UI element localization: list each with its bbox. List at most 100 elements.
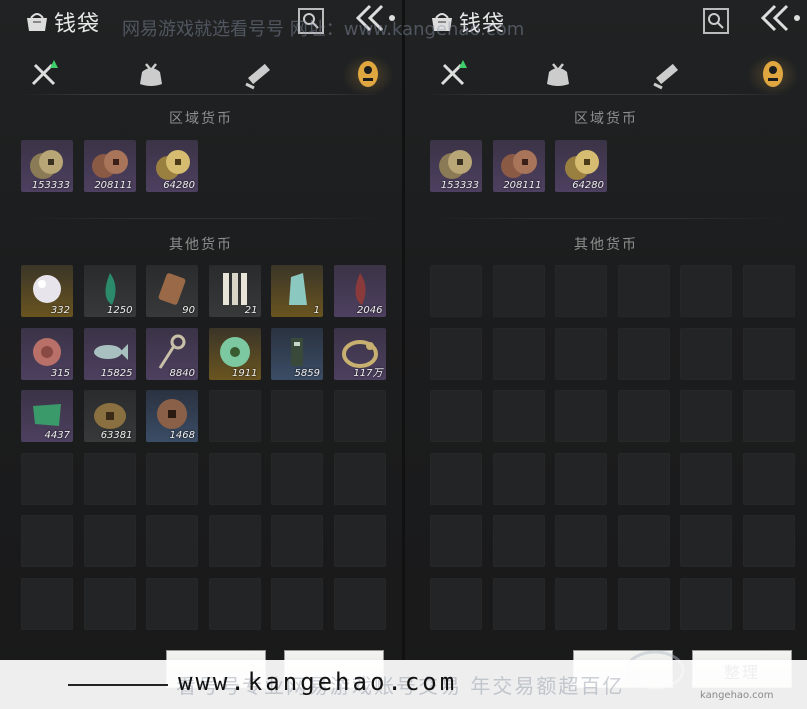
empty-slot xyxy=(555,327,607,380)
currency-slot[interactable]: 64280 xyxy=(555,140,607,192)
currency-quantity: 332 xyxy=(50,305,70,316)
currency-slot[interactable]: 1250 xyxy=(83,265,136,317)
empty-slot xyxy=(83,577,136,630)
currency-slot[interactable]: 332 xyxy=(21,265,73,317)
collapse-chevrons-icon[interactable] xyxy=(757,4,803,34)
empty-slot xyxy=(492,452,545,505)
wallet-bag-icon xyxy=(27,13,47,31)
fish-icon xyxy=(93,343,128,360)
currency-slot[interactable]: 15825 xyxy=(83,327,136,380)
empty-slot xyxy=(680,265,732,317)
gold-coins-icon xyxy=(565,150,599,180)
empty-slot xyxy=(680,515,732,567)
empty-slot xyxy=(492,390,545,442)
currency-slot[interactable]: 21 xyxy=(208,265,261,317)
empty-slot xyxy=(271,577,323,630)
currency-slot[interactable]: 1 xyxy=(271,265,323,317)
currency-quantity: 1468 xyxy=(169,430,195,441)
wallet-panel-right: 钱袋 区域货币 153333 208111 64280 其他货币 xyxy=(405,0,807,709)
category-tabs xyxy=(20,54,394,96)
jade-tablet-icon xyxy=(291,337,303,366)
currency-quantity: 153333 xyxy=(440,180,479,191)
tab-scrolls[interactable] xyxy=(242,58,274,92)
currency-slot[interactable]: 208111 xyxy=(83,140,136,192)
currency-quantity: 208111 xyxy=(503,180,542,191)
empty-slot xyxy=(742,515,795,567)
jade-disc-icon xyxy=(219,336,250,367)
currency-quantity: 64280 xyxy=(163,180,195,191)
empty-slot xyxy=(430,515,482,567)
currency-slot[interactable]: 153333 xyxy=(430,140,482,192)
empty-slot xyxy=(555,577,607,630)
currency-quantity: 64280 xyxy=(572,180,604,191)
bronze-coins-icon xyxy=(439,150,472,179)
tab-scrolls[interactable] xyxy=(650,58,682,92)
coin-string-icon xyxy=(158,334,186,369)
empty-slot xyxy=(333,390,386,442)
empty-slot xyxy=(146,577,198,630)
empty-slot xyxy=(742,390,795,442)
empty-slot xyxy=(680,577,732,630)
currency-slot[interactable]: 4437 xyxy=(21,390,73,442)
section-title-other: 其他货币 xyxy=(169,237,233,253)
empty-slot xyxy=(271,452,323,505)
empty-slot xyxy=(742,577,795,630)
empty-slot xyxy=(555,452,607,505)
empty-slot xyxy=(492,327,545,380)
currency-slot[interactable]: 117万 xyxy=(333,327,386,380)
currency-quantity: 5859 xyxy=(294,367,320,379)
currency-quantity: 208111 xyxy=(94,180,133,191)
tab-equipment[interactable] xyxy=(28,58,60,92)
currency-slot[interactable]: 1468 xyxy=(146,390,198,442)
empty-slot xyxy=(617,452,670,505)
currency-slot[interactable]: 5859 xyxy=(271,327,323,380)
coin-icon xyxy=(763,61,783,87)
currency-quantity: 315 xyxy=(50,367,70,379)
currency-quantity: 4437 xyxy=(44,430,70,441)
section-title-other: 其他货币 xyxy=(574,237,638,253)
empty-slot xyxy=(83,515,136,567)
currency-quantity: 1250 xyxy=(107,305,133,316)
section-divider xyxy=(24,218,384,219)
section-divider xyxy=(429,218,789,219)
pouch-icon xyxy=(547,63,569,86)
currency-slot[interactable]: 63381 xyxy=(83,390,136,442)
empty-slot xyxy=(271,515,323,567)
currency-slot[interactable]: 64280 xyxy=(146,140,198,192)
empty-slot xyxy=(430,452,482,505)
tab-equipment[interactable] xyxy=(437,58,469,92)
currency-slot[interactable]: 315 xyxy=(21,327,73,380)
empty-slot xyxy=(333,452,386,505)
currency-quantity: 2046 xyxy=(357,305,383,316)
currency-quantity: 15825 xyxy=(100,367,133,379)
tab-currency[interactable] xyxy=(352,58,384,92)
empty-slot xyxy=(21,452,73,505)
empty-slot xyxy=(742,327,795,380)
currency-quantity: 117万 xyxy=(353,367,383,379)
currency-slot[interactable]: 153333 xyxy=(21,140,73,192)
tab-items[interactable] xyxy=(135,58,167,92)
search-button[interactable] xyxy=(703,8,729,34)
empty-slot xyxy=(208,452,261,505)
currency-quantity: 90 xyxy=(182,305,195,316)
tab-items[interactable] xyxy=(542,58,574,92)
currency-slot[interactable]: 1911 xyxy=(208,327,261,380)
scroll-icon xyxy=(245,63,270,90)
empty-slot xyxy=(146,452,198,505)
currency-slot[interactable]: 2046 xyxy=(333,265,386,317)
currency-quantity: 63381 xyxy=(100,430,133,441)
copper-coins-icon xyxy=(500,150,537,178)
empty-slot xyxy=(430,327,482,380)
empty-slot xyxy=(555,265,607,317)
red-flame-icon xyxy=(354,273,366,305)
tab-currency[interactable] xyxy=(757,58,789,92)
gold-coins-icon xyxy=(156,150,190,180)
currency-slot[interactable]: 90 xyxy=(146,265,198,317)
empty-slot xyxy=(430,577,482,630)
currency-slot[interactable]: 208111 xyxy=(492,140,545,192)
watermark-corner-text: kangehao.com xyxy=(700,690,774,701)
empty-slot xyxy=(333,577,386,630)
tally-sticks-icon xyxy=(222,273,247,305)
empty-slot xyxy=(333,515,386,567)
currency-slot[interactable]: 8840 xyxy=(146,327,198,380)
